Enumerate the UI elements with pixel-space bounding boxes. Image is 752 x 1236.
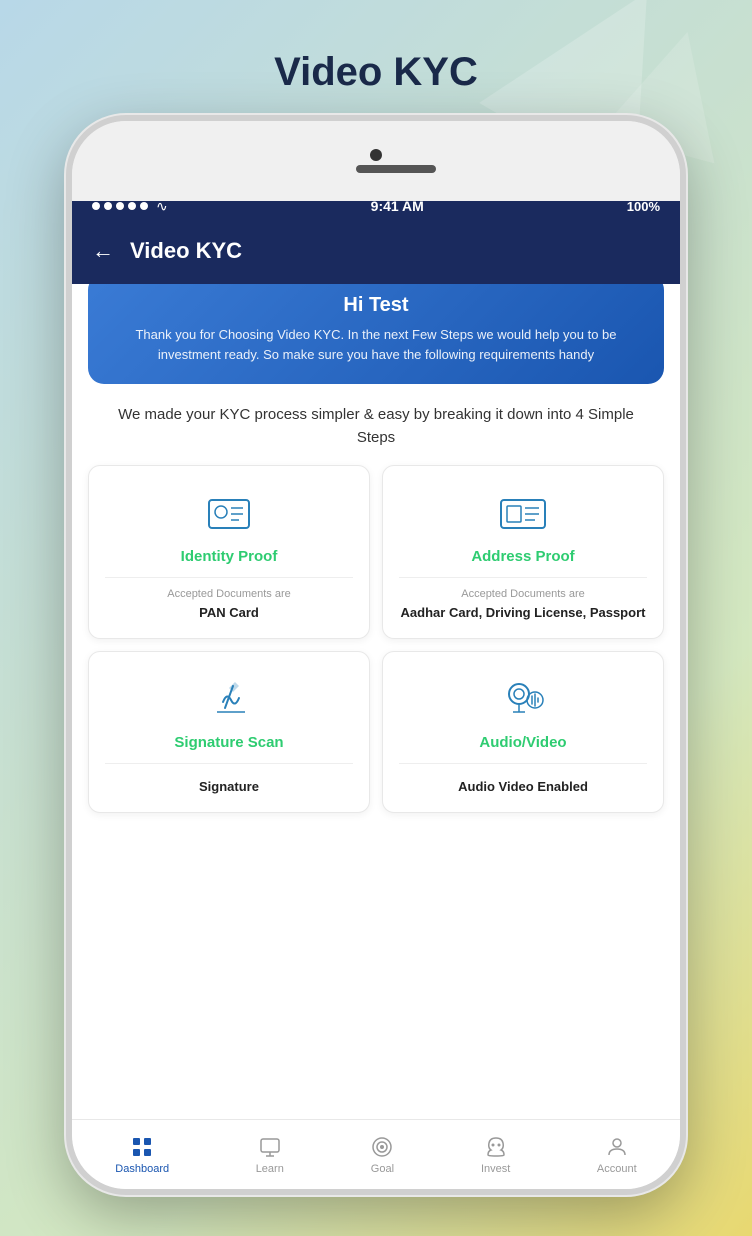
step-card-signature[interactable]: Signature Scan Signature: [88, 651, 370, 813]
invest-icon: [484, 1135, 508, 1159]
page-title: Video KYC: [274, 50, 478, 95]
tab-invest[interactable]: Invest: [481, 1135, 510, 1175]
signal-dot: [116, 202, 124, 210]
scroll-content: Hi Test Thank you for Choosing Video KYC…: [72, 284, 680, 1119]
step-card-identity[interactable]: Identity Proof Accepted Documents are PA…: [88, 465, 370, 639]
tab-goal[interactable]: Goal: [370, 1135, 394, 1175]
tab-dashboard[interactable]: Dashboard: [115, 1135, 169, 1175]
signature-documents: Signature: [199, 778, 259, 796]
step-card-av[interactable]: Audio/Video Audio Video Enabled: [382, 651, 664, 813]
signature-scan-icon: [203, 672, 255, 724]
av-documents: Audio Video Enabled: [458, 778, 588, 796]
learn-icon: [258, 1135, 282, 1159]
phone-button-right: [682, 321, 686, 391]
signal-dot: [104, 202, 112, 210]
app-header: ← Video KYC: [72, 226, 680, 284]
invest-tab-label: Invest: [481, 1163, 510, 1175]
description-text: We made your KYC process simpler & easy …: [72, 384, 680, 465]
signal-dot: [140, 202, 148, 210]
welcome-message: Thank you for Choosing Video KYC. In the…: [112, 325, 640, 364]
phone-camera: [370, 149, 382, 161]
address-documents: Aadhar Card, Driving License, Passport: [401, 604, 646, 622]
signature-scan-title: Signature Scan: [174, 734, 283, 751]
header-title: Video KYC: [130, 238, 242, 264]
tab-bar: Dashboard Learn Goal: [72, 1119, 680, 1189]
phone-button-left: [66, 301, 70, 351]
phone-top: [72, 121, 680, 201]
identity-proof-icon: [203, 486, 255, 538]
dashboard-icon: [130, 1135, 154, 1159]
signal-dot: [128, 202, 136, 210]
tab-learn[interactable]: Learn: [256, 1135, 284, 1175]
address-divider: [399, 577, 647, 578]
learn-tab-label: Learn: [256, 1163, 284, 1175]
address-proof-icon: [497, 486, 549, 538]
identity-proof-title: Identity Proof: [181, 548, 278, 565]
back-button[interactable]: ←: [92, 238, 114, 264]
address-accepted-label: Accepted Documents are: [461, 588, 585, 600]
tab-account[interactable]: Account: [597, 1135, 637, 1175]
signal-dot: [92, 202, 100, 210]
identity-divider: [105, 577, 353, 578]
account-tab-label: Account: [597, 1163, 637, 1175]
steps-grid: Identity Proof Accepted Documents are PA…: [72, 465, 680, 829]
goal-icon: [370, 1135, 394, 1159]
identity-documents: PAN Card: [199, 604, 259, 622]
identity-accepted-label: Accepted Documents are: [167, 588, 291, 600]
signature-divider: [105, 763, 353, 764]
phone-speaker: [356, 165, 436, 173]
welcome-banner: Hi Test Thank you for Choosing Video KYC…: [88, 284, 664, 384]
audio-video-icon: [497, 672, 549, 724]
phone-screen: ∿ 9:41 AM 100% ← Video KYC Hi Test Thank…: [72, 186, 680, 1189]
step-card-address[interactable]: Address Proof Accepted Documents are Aad…: [382, 465, 664, 639]
av-title: Audio/Video: [479, 734, 566, 751]
address-proof-title: Address Proof: [471, 548, 574, 565]
account-icon: [605, 1135, 629, 1159]
phone-frame: ∿ 9:41 AM 100% ← Video KYC Hi Test Thank…: [66, 115, 686, 1195]
welcome-greeting: Hi Test: [112, 294, 640, 317]
dashboard-tab-label: Dashboard: [115, 1163, 169, 1175]
goal-tab-label: Goal: [371, 1163, 394, 1175]
header-nav: ← Video KYC: [92, 238, 660, 264]
av-divider: [399, 763, 647, 764]
